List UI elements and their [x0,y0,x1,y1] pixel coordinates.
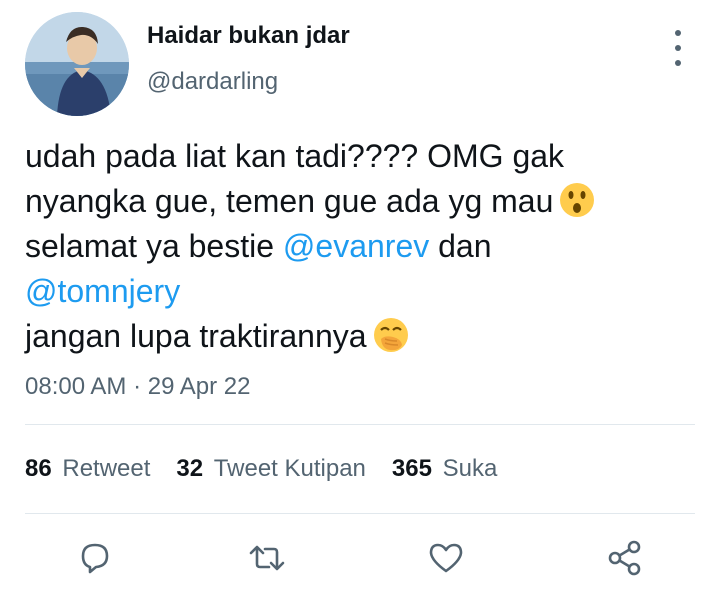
action-bar [0,536,720,592]
mention-evanrev[interactable]: @evanrev [283,228,429,264]
retweets-count: 86 [25,455,52,482]
likes-stat[interactable]: 365 Suka [392,455,497,483]
quote-tweets-stat[interactable]: 32 Tweet Kutipan [176,455,365,483]
likes-count: 365 [391,455,432,482]
mention-tomnjery[interactable]: @tomnjery [25,273,180,309]
user-handle[interactable]: @dardarling [147,68,278,96]
divider [25,513,695,514]
quote-tweets-count: 32 [176,455,204,482]
tweet-line-5-text: jangan lupa traktirannya [25,318,367,354]
tweet-line-3: selamat ya bestie @evanrev dan [25,224,705,269]
tweet-line-4: @tomnjery [25,269,705,314]
retweet-icon [249,545,285,571]
tweet-stats: 86 Retweet 32 Tweet Kutipan 365 Suka [25,455,523,483]
tweet-text: udah pada liat kan tadi???? OMG gak nyan… [25,134,705,359]
retweets-label: Retweet [62,455,151,482]
reply-icon [81,543,109,574]
tweet-line-5: jangan lupa traktirannya [25,314,705,359]
share-button[interactable] [603,536,647,580]
tweet-line-2-text: nyangka gue, temen gue ada yg mau [25,183,554,219]
likes-label: Suka [442,455,498,482]
retweets-stat[interactable]: 86 Retweet [25,455,150,483]
tweet-header: Haidar bukan jdar @dardarling [0,0,720,120]
face-with-hand-over-mouth-emoji-icon [373,318,408,352]
display-name[interactable]: Haidar bukan jdar [147,22,350,50]
tweet-line-3-text: selamat ya bestie [25,228,283,264]
retweet-button[interactable] [245,536,289,580]
divider [25,424,695,425]
tweet-timestamp[interactable]: 08:00 AM · 29 Apr 22 [25,373,250,401]
reply-button[interactable] [73,536,117,580]
avatar[interactable] [25,12,129,116]
share-icon [608,540,641,576]
tweet-line-2: nyangka gue, temen gue ada yg mau [25,179,705,224]
astonished-face-emoji-icon [560,183,595,217]
heart-icon [429,543,463,573]
tweet-line-3-after: dan [429,228,492,264]
more-options-icon[interactable] [668,30,688,66]
quote-tweets-label: Tweet Kutipan [213,455,366,482]
tweet-line-1: udah pada liat kan tadi???? OMG gak [25,138,565,174]
like-button[interactable] [424,536,468,580]
